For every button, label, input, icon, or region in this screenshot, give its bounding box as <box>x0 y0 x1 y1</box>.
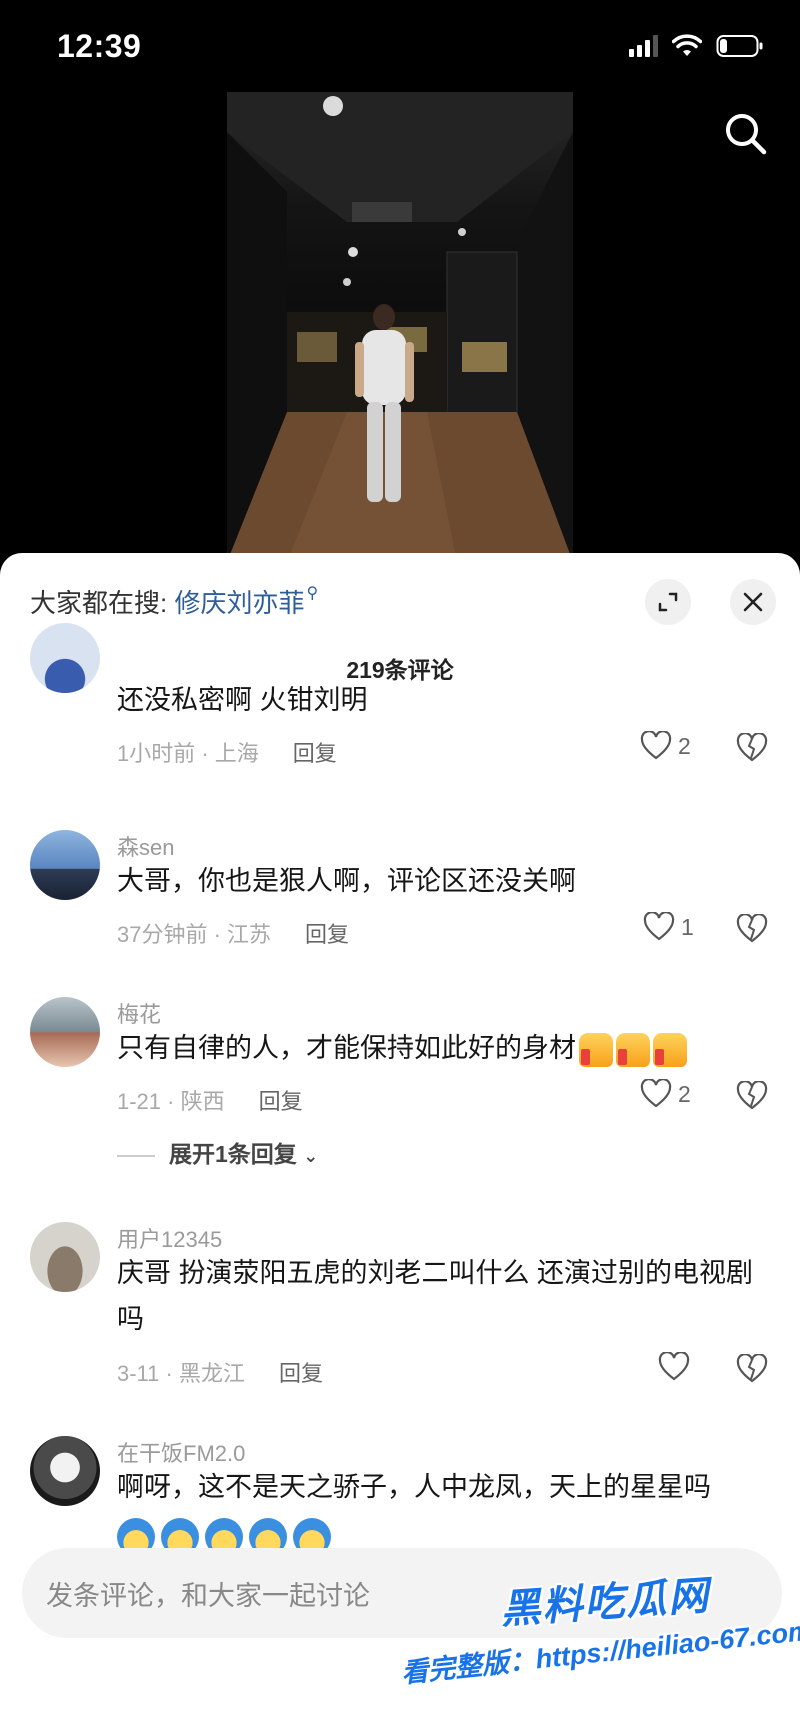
broken-heart-icon <box>736 913 768 943</box>
hot-search-keyword[interactable]: 修庆刘亦菲 <box>174 588 304 618</box>
like-count: 2 <box>678 1080 691 1107</box>
reply-button[interactable]: 回复 <box>293 741 337 766</box>
video-frame-image <box>227 92 573 562</box>
small-search-icon: ⚲ <box>306 585 319 602</box>
like-button[interactable] <box>658 1352 696 1382</box>
divider <box>117 1154 155 1157</box>
like-count: 1 <box>681 913 694 940</box>
broken-heart-icon <box>736 1353 768 1383</box>
expand-icon <box>658 592 678 612</box>
comment-meta: 1-21 · 陕西 回复 <box>117 1084 303 1116</box>
heart-icon <box>658 1352 690 1381</box>
like-count: 2 <box>678 732 691 759</box>
comment-meta: 3-11 · 黑龙江 回复 <box>117 1356 323 1388</box>
reply-button[interactable]: 回复 <box>305 922 349 947</box>
chevron-down-icon: ⌄ <box>303 1146 319 1166</box>
video-player[interactable] <box>227 92 573 562</box>
like-button[interactable]: 2 <box>640 731 691 761</box>
dislike-button[interactable] <box>736 1353 768 1389</box>
wifi-icon <box>672 34 702 58</box>
watermark: 黑料吃瓜网 看完整版：https://heiliao-67.com <box>390 1570 800 1730</box>
status-icons <box>629 34 764 58</box>
status-time: 12:39 <box>57 28 142 64</box>
cellular-signal-icon <box>629 35 658 57</box>
like-button[interactable]: 1 <box>643 912 694 942</box>
avatar[interactable] <box>30 830 100 900</box>
reply-button[interactable]: 回复 <box>259 1089 303 1114</box>
heart-icon <box>640 731 672 760</box>
hot-search[interactable]: 大家都在搜: 修庆刘亦菲 ⚲ <box>30 583 318 620</box>
thumbs-up-emoji-icon <box>616 1032 650 1067</box>
dislike-button[interactable] <box>736 913 768 949</box>
close-icon <box>743 592 763 612</box>
avatar[interactable] <box>30 997 100 1067</box>
expand-replies-label: 展开1条回复 <box>169 1141 297 1167</box>
comment-time-location: 37分钟前 · 江苏 <box>117 922 272 947</box>
search-icon[interactable] <box>722 110 770 158</box>
heart-icon <box>640 1079 672 1108</box>
expand-replies-button[interactable]: 展开1条回复 ⌄ <box>117 1135 318 1169</box>
thumbs-up-emoji-icon <box>579 1032 613 1067</box>
comment-time-location: 1-21 · 陕西 <box>117 1089 225 1114</box>
comment-time-location: 3-11 · 黑龙江 <box>117 1361 245 1386</box>
comment-input-placeholder: 发条评论，和大家一起讨论 <box>46 1581 370 1611</box>
hot-search-label: 大家都在搜: <box>30 588 168 618</box>
status-bar: 12:39 <box>0 0 800 95</box>
comment-text: 大哥，你也是狠人啊，评论区还没关啊 <box>117 866 576 896</box>
comment-meta: 1小时前 · 上海 回复 <box>117 736 337 768</box>
expand-button[interactable] <box>645 579 691 625</box>
heart-icon <box>643 912 675 941</box>
avatar[interactable] <box>30 623 100 693</box>
broken-heart-icon <box>736 732 768 762</box>
comment-text: 啊呀，这不是天之骄子，人中龙凤，天上的星星吗 <box>117 1472 711 1502</box>
comment-text: 庆哥 扮演荥阳五虎的刘老二叫什么 还演过别的电视剧吗 <box>117 1258 754 1334</box>
reply-button[interactable]: 回复 <box>279 1361 323 1386</box>
broken-heart-icon <box>736 1080 768 1110</box>
comment-text: 只有自律的人，才能保持如此好的身材 <box>117 1025 757 1071</box>
battery-icon <box>716 34 764 58</box>
thumbs-up-emoji-icon <box>653 1032 687 1067</box>
comment-time-location: 1小时前 · 上海 <box>117 741 259 766</box>
dislike-button[interactable] <box>736 1080 768 1116</box>
close-button[interactable] <box>730 579 776 625</box>
like-button[interactable]: 2 <box>640 1079 691 1109</box>
avatar[interactable] <box>30 1222 100 1292</box>
comment-meta: 37分钟前 · 江苏 回复 <box>117 917 349 949</box>
comment-text-body: 只有自律的人，才能保持如此好的身材 <box>117 1033 576 1063</box>
avatar[interactable] <box>30 1436 100 1506</box>
dislike-button[interactable] <box>736 732 768 768</box>
comment-text: 还没私密啊 火钳刘明 <box>117 685 368 715</box>
